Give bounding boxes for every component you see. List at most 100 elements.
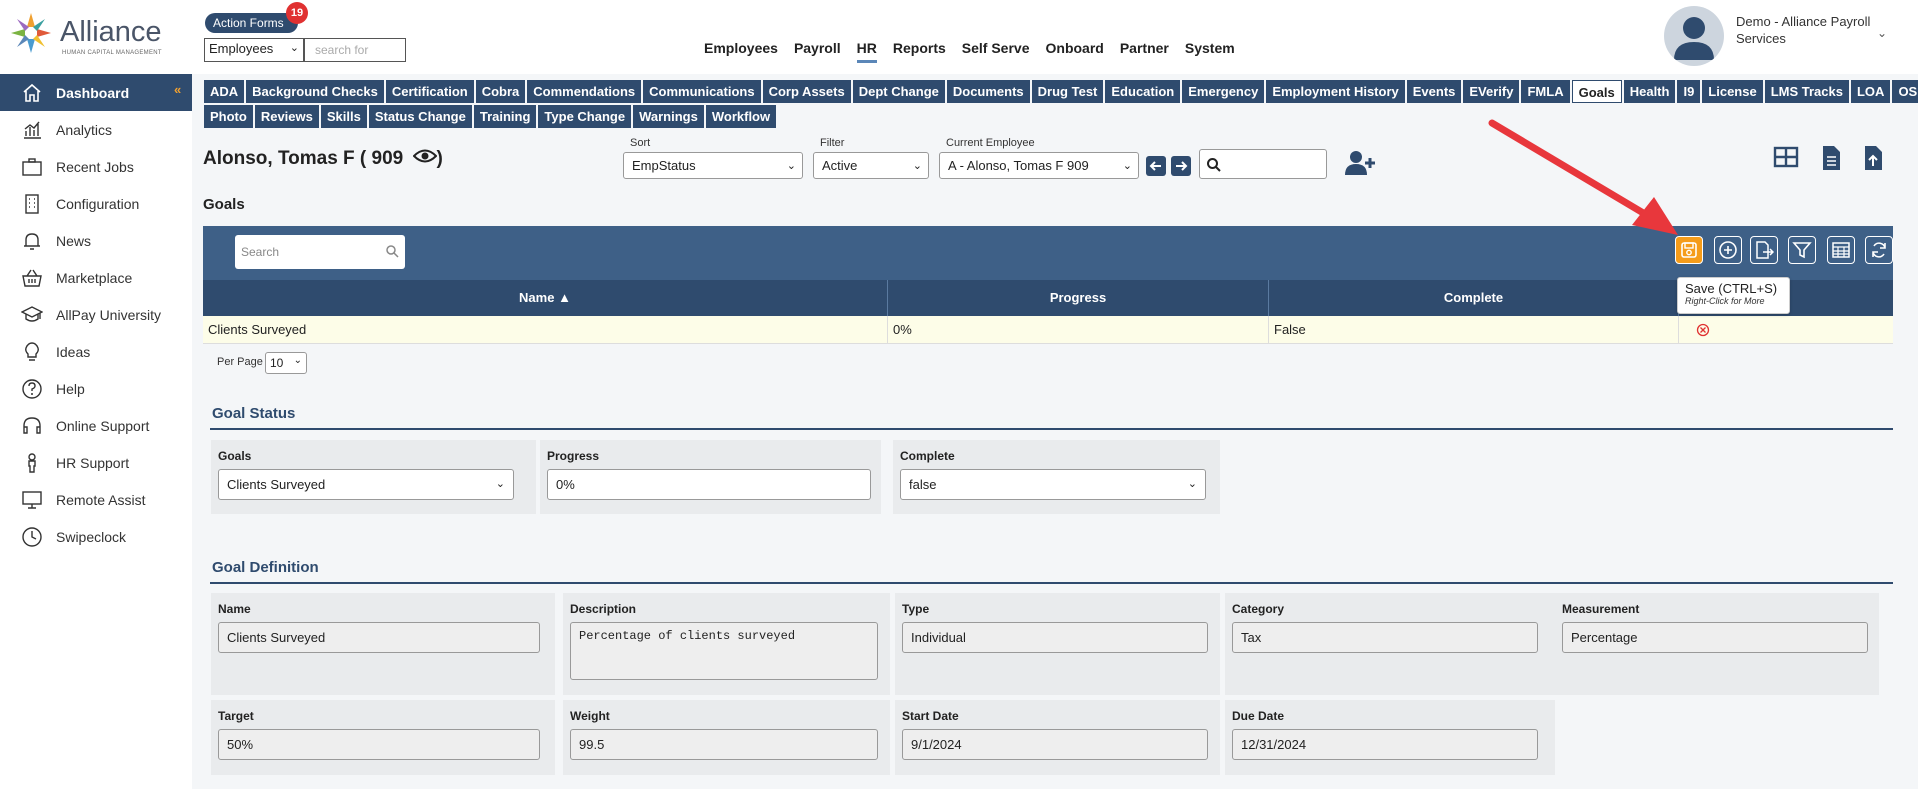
action-forms-button[interactable]: Action Forms [205, 13, 298, 33]
delete-row-icon[interactable] [1696, 323, 1710, 340]
user-menu-chevron-icon[interactable]: ⌄ [1877, 26, 1887, 40]
sidebar-item-ideas[interactable]: Ideas [0, 333, 192, 370]
previous-employee-button[interactable] [1146, 156, 1166, 176]
measurement-input[interactable]: Percentage [1562, 622, 1868, 653]
add-row-button[interactable] [1714, 236, 1742, 264]
tab-type-change[interactable]: Type Change [538, 105, 632, 128]
current-employee-label: Current Employee [946, 137, 1035, 149]
sidebar-item-help[interactable]: Help [0, 370, 192, 407]
table-row[interactable]: Clients Surveyed 0% False [203, 316, 1893, 344]
filter-button[interactable] [1788, 236, 1816, 264]
sidebar-item-hr-support[interactable]: HR Support [0, 444, 192, 481]
tab-drug-test[interactable]: Drug Test [1031, 80, 1104, 103]
sidebar-item-online-support[interactable]: Online Support [0, 407, 192, 444]
tab-skills[interactable]: Skills [320, 105, 367, 128]
alliance-logo[interactable]: Alliance HUMAN CAPITAL MANAGEMENT [8, 10, 168, 60]
user-avatar[interactable] [1664, 6, 1724, 66]
nav-reports[interactable]: Reports [893, 40, 946, 63]
refresh-button[interactable] [1865, 236, 1893, 264]
upload-button[interactable] [1860, 144, 1886, 175]
start-date-input[interactable]: 9/1/2024 [902, 729, 1208, 760]
name-input[interactable]: Clients Surveyed [218, 622, 540, 653]
tab-ada[interactable]: ADA [204, 80, 245, 103]
tab-cobra[interactable]: Cobra [475, 80, 526, 103]
goals-select-value: Clients Surveyed [227, 477, 326, 492]
nav-system[interactable]: System [1185, 40, 1235, 63]
tab-events[interactable]: Events [1406, 80, 1462, 103]
sidebar-item-dashboard[interactable]: Dashboard [0, 74, 192, 111]
goals-select[interactable]: Clients Surveyed ⌄ [218, 469, 514, 500]
sidebar-item-remote-assist[interactable]: Remote Assist [0, 481, 192, 518]
next-employee-button[interactable] [1171, 156, 1191, 176]
employee-search-input[interactable] [1199, 149, 1327, 179]
export-button[interactable] [1750, 236, 1778, 264]
nav-employees[interactable]: Employees [704, 40, 778, 63]
eye-icon[interactable] [412, 148, 437, 170]
nav-payroll[interactable]: Payroll [794, 40, 841, 63]
tab-background-checks[interactable]: Background Checks [246, 80, 384, 103]
target-input[interactable]: 50% [218, 729, 540, 760]
sidebar-item-allpay-university[interactable]: AllPay University [0, 296, 192, 333]
tab-everify[interactable]: EVerify [1463, 80, 1520, 103]
per-page-select[interactable]: 10 ⌄ [265, 352, 307, 374]
tab-emergency[interactable]: Emergency [1182, 80, 1265, 103]
tab-commendations[interactable]: Commendations [527, 80, 642, 103]
tab-license[interactable]: License [1702, 80, 1763, 103]
tab-training[interactable]: Training [473, 105, 537, 128]
complete-select[interactable]: false ⌄ [900, 469, 1206, 500]
tab-warnings[interactable]: Warnings [633, 105, 704, 128]
grid-search-input[interactable]: Search [235, 235, 405, 269]
tab-health[interactable]: Health [1623, 80, 1676, 103]
columns-button[interactable] [1827, 236, 1855, 264]
tab-osha[interactable]: OSHA [1892, 80, 1918, 103]
tab-employment-history[interactable]: Employment History [1266, 80, 1405, 103]
tab-row-1: ADA Background Checks Certification Cobra Co… [204, 80, 1918, 103]
tab-education[interactable]: Education [1105, 80, 1181, 103]
tab-reviews[interactable]: Reviews [254, 105, 319, 128]
column-header-complete[interactable]: Complete [1269, 280, 1679, 316]
current-employee-select[interactable]: A - Alonso, Tomas F 909 ⌄ [939, 152, 1139, 179]
sidebar-item-swipeclock[interactable]: Swipeclock [0, 518, 192, 555]
description-textarea[interactable]: Percentage of clients surveyed [570, 622, 878, 680]
employee-type-select[interactable]: Employees ⌄ [204, 38, 304, 62]
tab-loa[interactable]: LOA [1850, 80, 1891, 103]
sidebar-item-configuration[interactable]: Configuration [0, 185, 192, 222]
nav-partner[interactable]: Partner [1120, 40, 1169, 63]
tab-communications[interactable]: Communications [643, 80, 761, 103]
tab-goals[interactable]: Goals [1571, 80, 1622, 103]
column-header-name[interactable]: Name ▲ [203, 280, 888, 316]
tab-corp-assets[interactable]: Corp Assets [762, 80, 851, 103]
category-input[interactable]: Tax [1232, 622, 1538, 653]
type-input[interactable]: Individual [902, 622, 1208, 653]
add-employee-button[interactable] [1345, 150, 1375, 179]
filter-select[interactable]: Active ⌄ [813, 152, 929, 179]
nav-hr[interactable]: HR [856, 40, 877, 63]
tab-fmla[interactable]: FMLA [1521, 80, 1570, 103]
progress-input[interactable]: 0% [547, 469, 871, 500]
tab-photo[interactable]: Photo [204, 105, 253, 128]
sidebar-item-recent-jobs[interactable]: Recent Jobs [0, 148, 192, 185]
tab-i9[interactable]: I9 [1677, 80, 1701, 103]
tab-workflow[interactable]: Workflow [705, 105, 777, 128]
tab-lms-tracks[interactable]: LMS Tracks [1764, 80, 1849, 103]
header-search-input[interactable]: search for [304, 38, 406, 62]
tab-documents[interactable]: Documents [946, 80, 1030, 103]
column-header-progress[interactable]: Progress [888, 280, 1269, 316]
sidebar-item-analytics[interactable]: Analytics [0, 111, 192, 148]
analytics-icon [20, 118, 44, 142]
due-date-input[interactable]: 12/31/2024 [1232, 729, 1538, 760]
sidebar-item-news[interactable]: News [0, 222, 192, 259]
document-button[interactable] [1818, 144, 1844, 175]
nav-self-serve[interactable]: Self Serve [962, 40, 1030, 63]
user-name[interactable]: Demo - Alliance Payroll Services [1736, 13, 1886, 47]
tab-dept-change[interactable]: Dept Change [852, 80, 945, 103]
tab-status-change[interactable]: Status Change [368, 105, 472, 128]
sidebar-item-marketplace[interactable]: Marketplace [0, 259, 192, 296]
add-user-icon [1345, 151, 1375, 175]
grid-view-button[interactable] [1773, 144, 1799, 173]
collapse-sidebar-icon[interactable]: « [174, 82, 181, 97]
weight-input[interactable]: 99.5 [570, 729, 878, 760]
tab-certification[interactable]: Certification [385, 80, 474, 103]
nav-onboard[interactable]: Onboard [1046, 40, 1104, 63]
sort-select[interactable]: EmpStatus ⌄ [623, 152, 803, 179]
